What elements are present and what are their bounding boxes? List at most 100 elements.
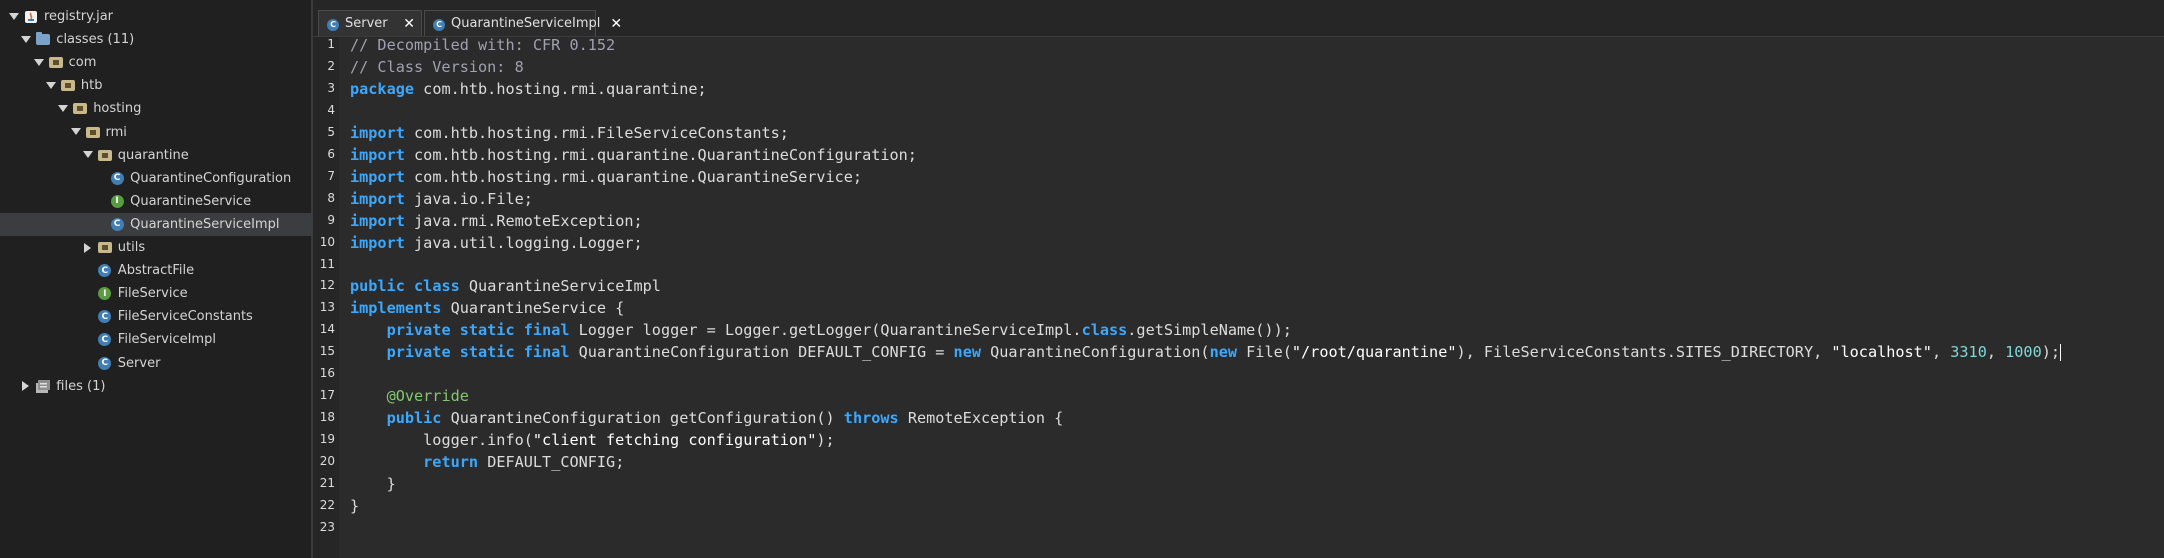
class-icon: C [98,333,112,347]
line-number: 16 [319,366,335,381]
code-line: return DEFAULT_CONFIG; [350,451,624,473]
class-icon: C [110,217,124,231]
expand-toggle-icon[interactable] [20,34,32,46]
code-line: import java.util.logging.Logger; [350,232,643,254]
code-line: @Override [350,385,469,407]
tree-item-registry-jar[interactable]: registry.jar [8,5,113,28]
code-text: com.htb.hosting.rmi.quarantine.Quarantin… [414,145,917,164]
editor-tab-bar: C Server ✕ C QuarantineServiceImpl ✕ [313,0,2164,37]
line-number: 3 [327,80,335,95]
keyword: implements [350,299,442,318]
tree-item-files-1[interactable]: files (1) [20,375,105,398]
code-line: private static final QuarantineConfigura… [350,341,2062,363]
tree-item-htb[interactable]: htb [45,74,103,97]
string-literal: "client fetching configuration" [532,431,817,450]
tree-item-fileservice[interactable]: I FileService [82,282,188,305]
code-line: } [350,495,359,517]
code-line: public class QuarantineServiceImpl [350,275,661,297]
annotation: @Override [386,387,469,406]
number-literal: 3310 [1950,343,1987,362]
code-line: logger.info("client fetching configurati… [350,429,835,451]
tree-item-classes-11[interactable]: classes (11) [20,28,134,51]
expand-toggle-icon[interactable] [33,57,45,69]
line-number: 22 [319,497,335,512]
tree-item-label: QuarantineConfiguration [130,170,292,186]
string-literal: "localhost" [1831,343,1932,362]
tree-item-com[interactable]: com [33,51,96,74]
expand-toggle-icon[interactable] [82,149,94,161]
code-text: QuarantineServiceImpl [468,277,661,296]
code-line: import com.htb.hosting.rmi.quarantine.Qu… [350,166,862,188]
line-number: 20 [319,454,335,469]
tree-item-label: QuarantineServiceImpl [130,216,280,232]
package-icon [97,148,112,162]
toggle-spacer [82,265,94,277]
code-text: QuarantineConfiguration DEFAULT_CONFIG = [578,343,954,362]
tree-item-hosting[interactable]: hosting [57,97,141,120]
number-literal: 1000 [2005,343,2042,362]
tab-label: Server [345,16,388,31]
class-icon: C [433,16,445,31]
line-number: 7 [327,168,335,183]
code-line: import com.htb.hosting.rmi.FileServiceCo… [350,122,789,144]
tab-quarantineserviceimpl[interactable]: C QuarantineServiceImpl ✕ [424,10,622,36]
package-icon [85,125,100,139]
code-text: com.htb.hosting.rmi.quarantine.Quarantin… [414,167,863,186]
expand-toggle-icon[interactable] [70,126,82,138]
expand-toggle-icon[interactable] [45,80,57,92]
keyword: import [350,189,405,208]
line-number: 5 [327,124,335,139]
tree-item-abstractfile[interactable]: C AbstractFile [82,259,194,282]
code-text: ); [816,431,835,450]
keyword: public [386,409,442,428]
code-line: // Class Version: 8 [350,56,524,78]
code-text: } [350,496,360,515]
collapse-toggle-icon[interactable] [82,242,94,254]
line-number: 19 [319,432,335,447]
interface-icon: I [98,287,112,301]
comment: // Class Version: 8 [350,57,524,76]
close-icon[interactable]: ✕ [403,16,415,32]
line-number-gutter: 1 2 3 4 5 6 7 8 9 10 11 12 13 14 15 16 17 18 19 20 21 22 23 [313,37,339,558]
comment: // Decompiled with: CFR 0.152 [350,36,616,54]
tree-item-label: utils [117,240,146,255]
tree-item-fileserviceconstants[interactable]: C FileServiceConstants [82,305,253,328]
tree-item-fileserviceimpl[interactable]: C FileServiceImpl [82,328,216,351]
code-line: private static final Logger logger = Log… [350,319,1292,341]
code-line: import com.htb.hosting.rmi.quarantine.Qu… [350,144,917,166]
tree-item-label: QuarantineService [130,193,252,209]
keyword: package [350,79,415,98]
toggle-spacer [82,357,94,369]
code-line: public QuarantineConfiguration getConfig… [350,407,1064,429]
tree-item-quarantine[interactable]: quarantine [82,144,189,167]
tree-item-label: quarantine [117,147,189,163]
files-folder-icon [36,379,51,393]
code-text: com.htb.hosting.rmi.quarantine; [423,79,707,98]
project-tree-panel: registry.jar classes (11) com htb hosting rmi… [0,0,406,558]
package-icon [73,102,88,116]
line-number: 17 [319,388,335,403]
tree-item-quarantineservice[interactable]: I QuarantineService [94,190,251,213]
collapse-toggle-icon[interactable] [20,380,32,392]
toggle-spacer [82,311,94,323]
tree-item-quarantineconfiguration[interactable]: C QuarantineConfiguration [94,167,291,190]
line-number: 18 [319,410,335,425]
close-icon[interactable]: ✕ [610,16,622,32]
keyword: private [386,343,451,362]
line-number: 1 [327,37,335,51]
keyword: throws [843,409,899,428]
tree-item-label: htb [80,78,103,94]
tab-label: QuarantineServiceImpl [451,16,601,31]
expand-toggle-icon[interactable] [57,103,69,115]
expand-toggle-icon[interactable] [8,11,20,23]
class-icon: C [327,16,339,31]
code-editor[interactable]: 1 2 3 4 5 6 7 8 9 10 11 12 13 14 15 16 17 18 19 20 21 22 23 //… [313,36,2164,558]
code-text: } [386,475,396,493]
code-text: java.io.File; [414,189,533,208]
tree-item-utils[interactable]: utils [82,236,145,259]
tree-item-rmi[interactable]: rmi [70,121,127,144]
tree-item-server[interactable]: C Server [82,352,160,375]
tree-item-label: FileServiceImpl [117,332,216,348]
tree-item-label: registry.jar [44,9,114,24]
toggle-spacer [82,288,94,300]
